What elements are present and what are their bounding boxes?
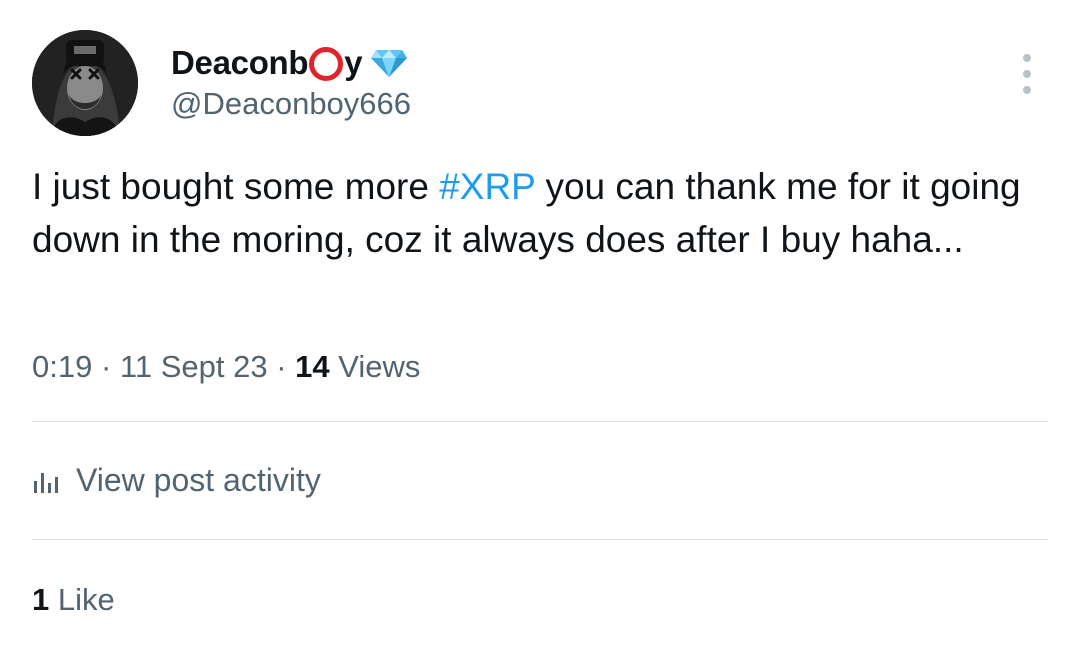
tweet-text-before: I just bought some more	[32, 166, 440, 207]
meta-separator: ·	[267, 349, 296, 384]
avatar[interactable]	[32, 30, 138, 136]
tweet-date[interactable]: 11 Sept 23	[120, 349, 268, 384]
likes-label: Like	[49, 582, 115, 617]
author-name-row[interactable]: Deaconb y	[171, 44, 408, 82]
tweet-time[interactable]: 0:19	[32, 349, 92, 384]
likes-count-link[interactable]: 1 Like	[32, 582, 115, 618]
display-name-part-1: Deaconb	[171, 44, 309, 81]
likes-count: 1	[32, 582, 50, 617]
meta-separator: ·	[92, 349, 120, 384]
display-name[interactable]: Deaconb y	[171, 44, 363, 82]
bar-chart-icon	[34, 472, 58, 493]
display-name-part-2: y	[344, 44, 363, 81]
avatar-photo	[32, 30, 138, 136]
tweet-meta: 0:19 · 11 Sept 23 · 14 Views	[32, 349, 420, 385]
divider	[32, 421, 1048, 422]
view-post-activity-button[interactable]: View post activity	[32, 462, 321, 499]
author-handle[interactable]: @Deaconboy666	[171, 86, 411, 122]
divider	[32, 539, 1048, 540]
red-ring-o-icon	[309, 47, 344, 81]
diamond-icon	[371, 50, 408, 77]
more-vertical-icon[interactable]	[1014, 54, 1040, 94]
hashtag-link[interactable]: #XRP	[439, 166, 535, 207]
views-label: Views	[329, 349, 421, 384]
tweet-text: I just bought some more #XRP you can tha…	[32, 160, 1052, 266]
view-post-activity-label: View post activity	[76, 462, 321, 498]
views-count: 14	[295, 349, 330, 384]
